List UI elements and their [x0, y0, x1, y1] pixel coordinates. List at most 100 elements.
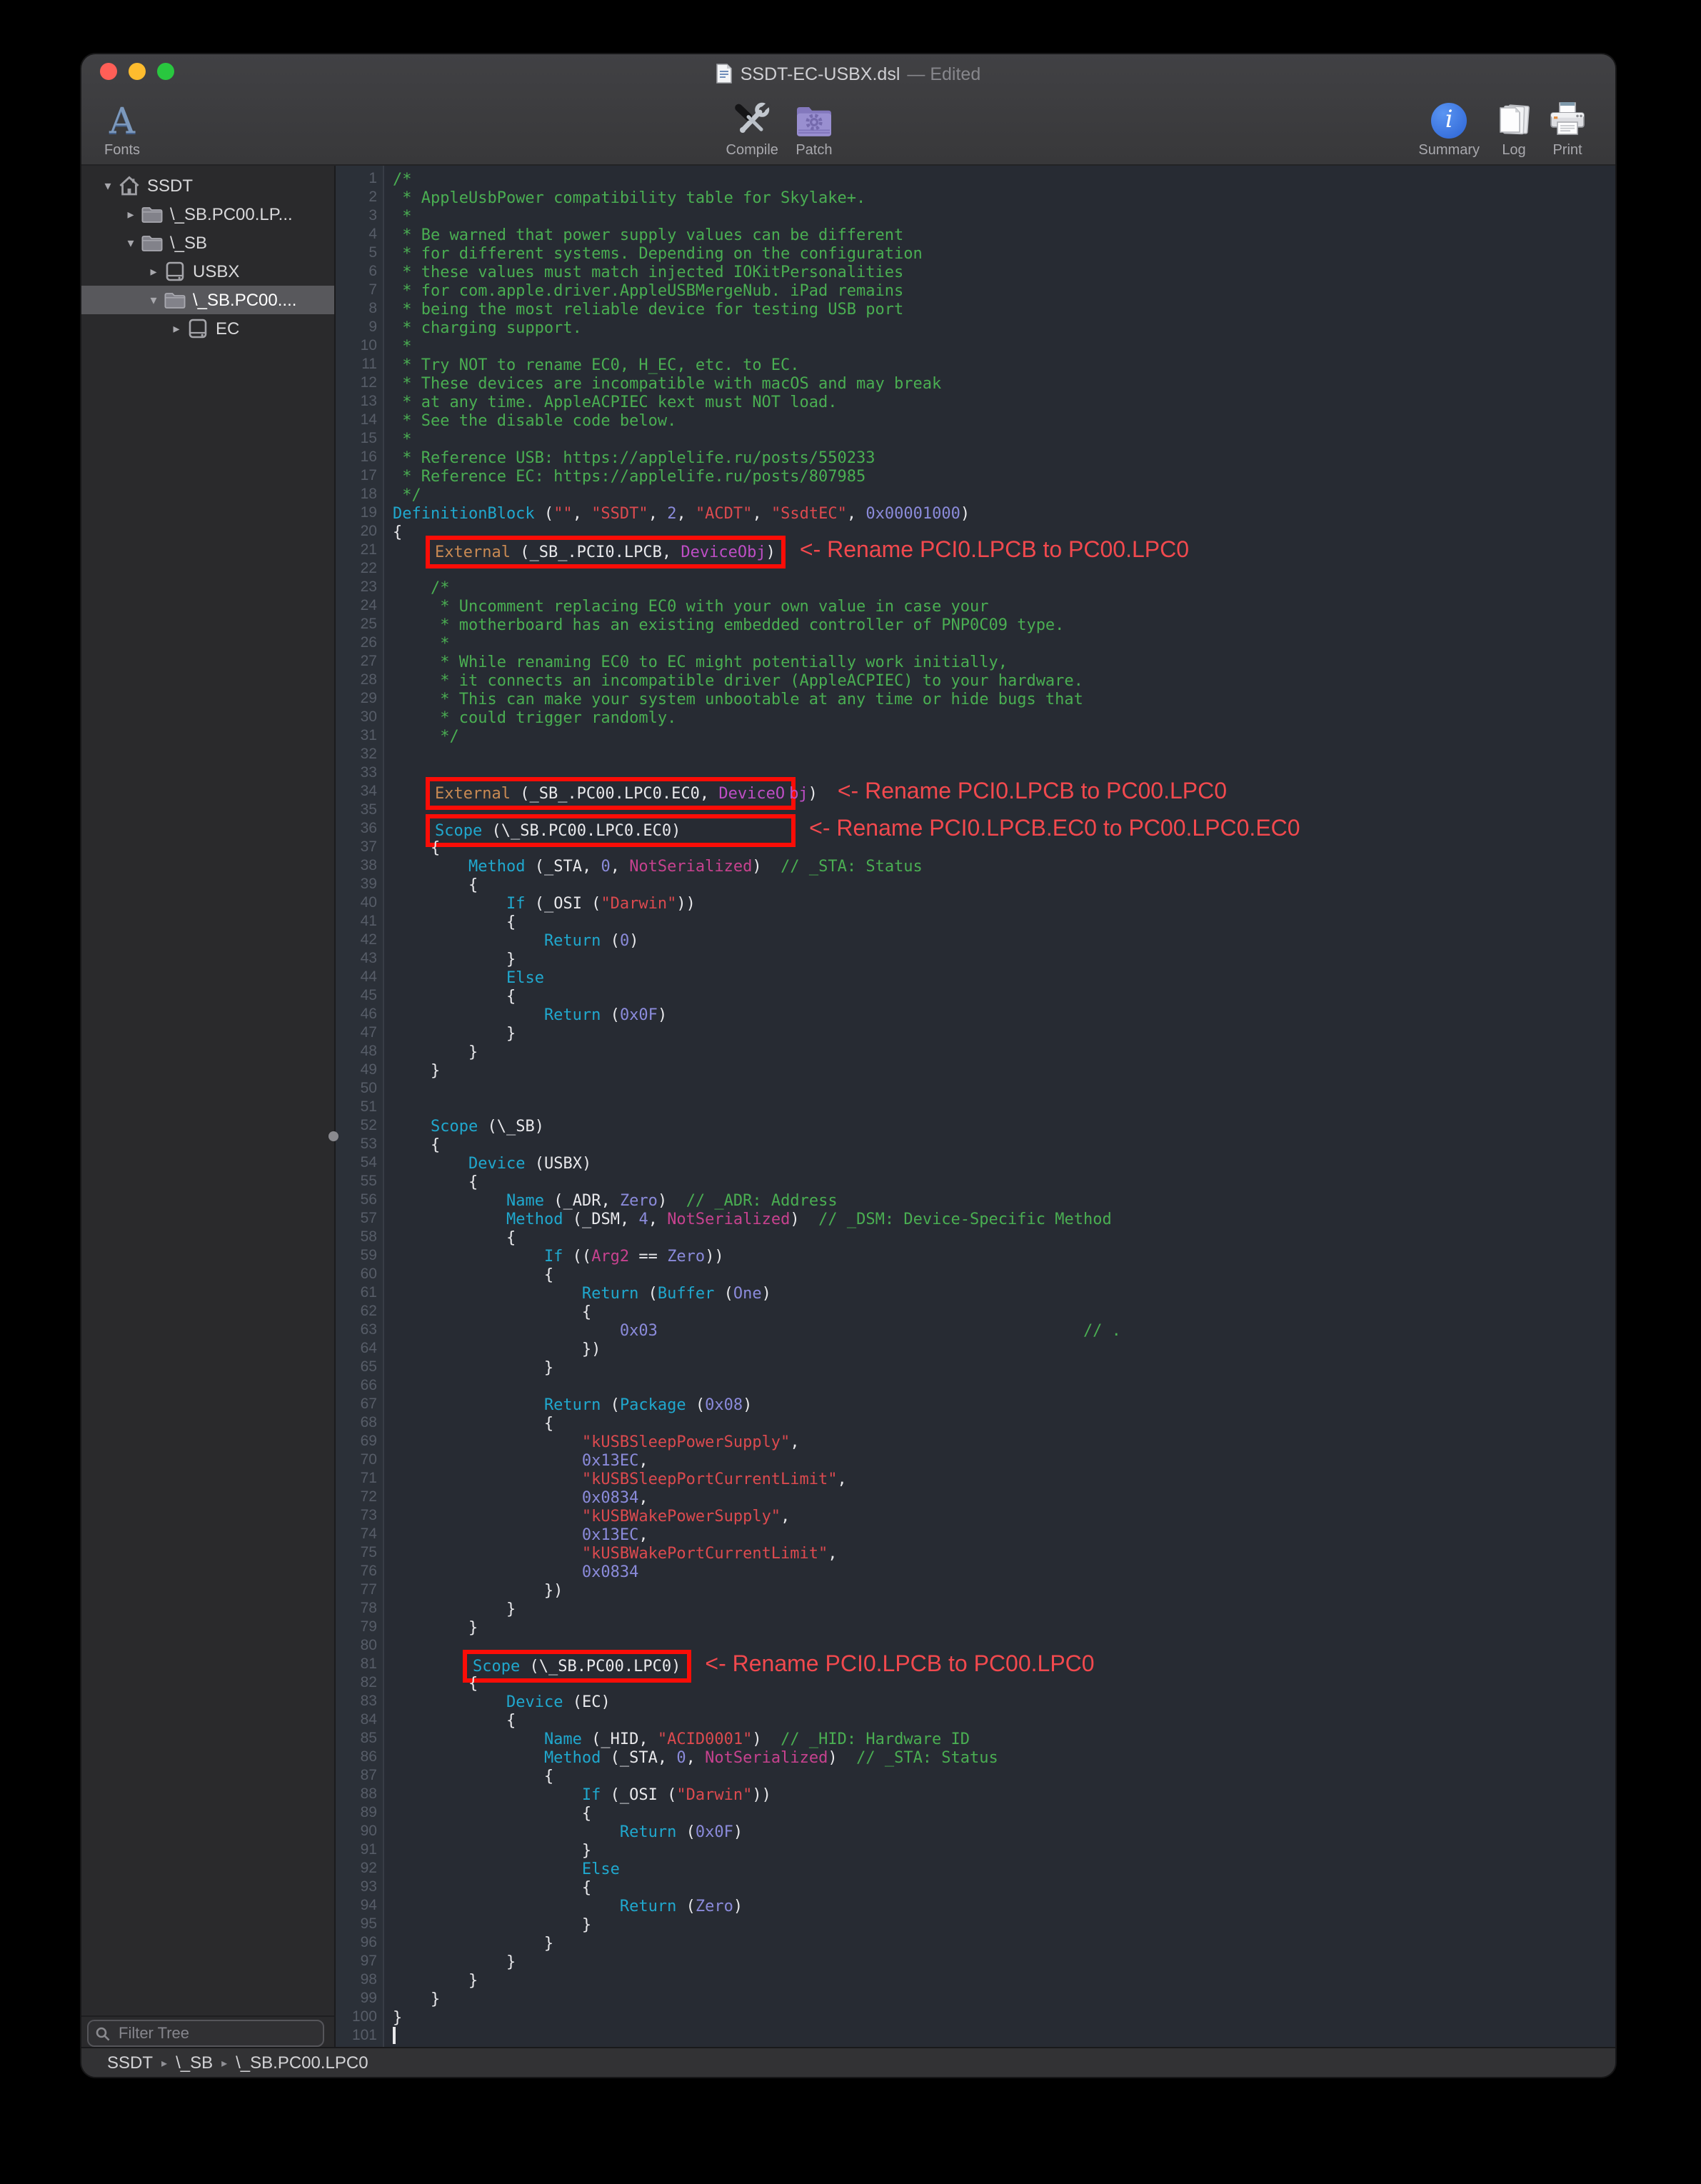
breadcrumb[interactable]: SSDT▸\_SB▸\_SB.PC00.LPC0: [81, 2047, 1615, 2077]
code-line[interactable]: 85 Name (_HID, "ACID0001") // _HID: Hard…: [336, 1730, 1615, 1748]
log-button[interactable]: Log: [1488, 93, 1540, 164]
disclosure-open-icon[interactable]: ▾: [121, 235, 140, 251]
code-line[interactable]: 29 * This can make your system unbootabl…: [336, 690, 1615, 708]
code-line[interactable]: 55 {: [336, 1173, 1615, 1191]
breadcrumb-segment[interactable]: \_SB: [176, 2053, 213, 2073]
code-line[interactable]: 62 {: [336, 1303, 1615, 1321]
code-line[interactable]: 30 * could trigger randomly.: [336, 708, 1615, 727]
code-line[interactable]: 15 *: [336, 430, 1615, 449]
code-line[interactable]: 17 * Reference EC: https://applelife.ru/…: [336, 467, 1615, 486]
code-line[interactable]: 87 {: [336, 1767, 1615, 1785]
print-button[interactable]: Print: [1540, 93, 1595, 164]
code-line[interactable]: 51: [336, 1098, 1615, 1117]
compile-button[interactable]: Compile: [718, 93, 787, 164]
code-line[interactable]: 89 {: [336, 1804, 1615, 1823]
code-line[interactable]: 24 * Uncomment replacing EC0 with your o…: [336, 597, 1615, 616]
code-line[interactable]: 63 0x03 // .: [336, 1321, 1615, 1340]
code-line[interactable]: 71 "kUSBSleepPortCurrentLimit",: [336, 1470, 1615, 1488]
code-line[interactable]: 27 * While renaming EC0 to EC might pote…: [336, 653, 1615, 671]
code-line[interactable]: 45 {: [336, 987, 1615, 1006]
code-line[interactable]: 9 * charging support.: [336, 319, 1615, 337]
code-line[interactable]: 8 * being the most reliable device for t…: [336, 300, 1615, 319]
code-line[interactable]: 78 }: [336, 1600, 1615, 1618]
code-line[interactable]: 28 * it connects an incompatible driver …: [336, 671, 1615, 690]
code-line[interactable]: 31 */: [336, 727, 1615, 746]
code-line[interactable]: 18 */: [336, 486, 1615, 504]
code-line[interactable]: 43 }: [336, 950, 1615, 968]
code-line[interactable]: 74 0x13EC,: [336, 1526, 1615, 1544]
code-line[interactable]: 7 * for com.apple.driver.AppleUSBMergeNu…: [336, 281, 1615, 300]
code-line[interactable]: 67 Return (Package (0x08): [336, 1396, 1615, 1414]
code-line[interactable]: 95 }: [336, 1915, 1615, 1934]
code-line[interactable]: 36 Scope (\_SB.PC00.LPC0.EC0) <- Rename …: [336, 820, 1615, 838]
tree-item-sbpc00[interactable]: ▾\_SB.PC00....: [81, 286, 334, 314]
patch-button[interactable]: Patch: [787, 93, 841, 164]
code-line[interactable]: 69 "kUSBSleepPowerSupply",: [336, 1433, 1615, 1451]
disclosure-open-icon[interactable]: ▾: [144, 292, 163, 308]
code-line[interactable]: 97 }: [336, 1953, 1615, 1971]
code-line[interactable]: 66: [336, 1377, 1615, 1396]
code-line[interactable]: 3 *: [336, 207, 1615, 226]
disclosure-closed-icon[interactable]: ▸: [167, 321, 186, 336]
code-line[interactable]: 5 * for different systems. Depending on …: [336, 244, 1615, 263]
code-line[interactable]: 49 }: [336, 1061, 1615, 1080]
code-line[interactable]: 22: [336, 560, 1615, 578]
code-line[interactable]: 77 }): [336, 1581, 1615, 1600]
code-line[interactable]: 65 }: [336, 1358, 1615, 1377]
code-line[interactable]: 23 /*: [336, 578, 1615, 597]
code-line[interactable]: 101: [336, 2027, 1615, 2045]
tree-item-ec[interactable]: ▸EC: [81, 314, 334, 343]
code-editor[interactable]: 1/*2 * AppleUsbPower compatibility table…: [336, 166, 1615, 2048]
code-line[interactable]: 92 Else: [336, 1860, 1615, 1878]
code-line[interactable]: 50: [336, 1080, 1615, 1098]
code-line[interactable]: 61 Return (Buffer (One): [336, 1284, 1615, 1303]
summary-button[interactable]: i Summary: [1410, 93, 1488, 164]
code-line[interactable]: 42 Return (0): [336, 931, 1615, 950]
code-line[interactable]: 54 Device (USBX): [336, 1154, 1615, 1173]
code-line[interactable]: 21 External (_SB_.PCI0.LPCB, DeviceObj)<…: [336, 541, 1615, 560]
code-line[interactable]: 93 {: [336, 1878, 1615, 1897]
fonts-button[interactable]: A Fonts: [96, 93, 149, 164]
code-line[interactable]: 79 }: [336, 1618, 1615, 1637]
code-line[interactable]: 14 * See the disable code below.: [336, 411, 1615, 430]
code-line[interactable]: 90 Return (0x0F): [336, 1823, 1615, 1841]
filter-tree-field[interactable]: [87, 2020, 324, 2047]
code-line[interactable]: 39 {: [336, 876, 1615, 894]
code-line[interactable]: 47 }: [336, 1024, 1615, 1043]
code-line[interactable]: 73 "kUSBWakePowerSupply",: [336, 1507, 1615, 1526]
code-line[interactable]: 6 * these values must match injected IOK…: [336, 263, 1615, 281]
tree-item-usbx[interactable]: ▸USBX: [81, 257, 334, 286]
code-line[interactable]: 76 0x0834: [336, 1563, 1615, 1581]
code-line[interactable]: 48 }: [336, 1043, 1615, 1061]
code-line[interactable]: 13 * at any time. AppleACPIEC kext must …: [336, 393, 1615, 411]
code-line[interactable]: 52 Scope (\_SB): [336, 1117, 1615, 1136]
disclosure-closed-icon[interactable]: ▸: [144, 264, 163, 279]
code-line[interactable]: 40 If (_OSI ("Darwin")): [336, 894, 1615, 913]
code-line[interactable]: 4 * Be warned that power supply values c…: [336, 226, 1615, 244]
code-line[interactable]: 86 Method (_STA, 0, NotSerialized) // _S…: [336, 1748, 1615, 1767]
code-line[interactable]: 44 Else: [336, 968, 1615, 987]
code-line[interactable]: 53 {: [336, 1136, 1615, 1154]
code-line[interactable]: 81 Scope (\_SB.PC00.LPC0)<- Rename PCI0.…: [336, 1655, 1615, 1674]
code-line[interactable]: 37 {: [336, 838, 1615, 857]
code-line[interactable]: 41 {: [336, 913, 1615, 931]
code-line[interactable]: 16 * Reference USB: https://applelife.ru…: [336, 449, 1615, 467]
code-line[interactable]: 2 * AppleUsbPower compatibility table fo…: [336, 189, 1615, 207]
breadcrumb-segment[interactable]: SSDT: [107, 2053, 153, 2073]
code-line[interactable]: 59 If ((Arg2 == Zero)): [336, 1247, 1615, 1266]
code-line[interactable]: 1/*: [336, 170, 1615, 189]
code-line[interactable]: 68 {: [336, 1414, 1615, 1433]
code-line[interactable]: 94 Return (Zero): [336, 1897, 1615, 1915]
titlebar[interactable]: SSDT-EC-USBX.dsl — Edited: [81, 54, 1615, 93]
code-line[interactable]: 46 Return (0x0F): [336, 1006, 1615, 1024]
code-line[interactable]: 58 {: [336, 1228, 1615, 1247]
splitter-handle[interactable]: [328, 1131, 338, 1141]
code-line[interactable]: 56 Name (_ADR, Zero) // _ADR: Address: [336, 1191, 1615, 1210]
code-line[interactable]: 11 * Try NOT to rename EC0, H_EC, etc. t…: [336, 356, 1615, 374]
code-line[interactable]: 99 }: [336, 1990, 1615, 2008]
code-line[interactable]: 57 Method (_DSM, 4, NotSerialized) // _D…: [336, 1210, 1615, 1228]
code-line[interactable]: 98 }: [336, 1971, 1615, 1990]
code-line[interactable]: 83 Device (EC): [336, 1693, 1615, 1711]
tree-item-sb[interactable]: ▾\_SB: [81, 229, 334, 257]
code-line[interactable]: 82 {: [336, 1674, 1615, 1693]
